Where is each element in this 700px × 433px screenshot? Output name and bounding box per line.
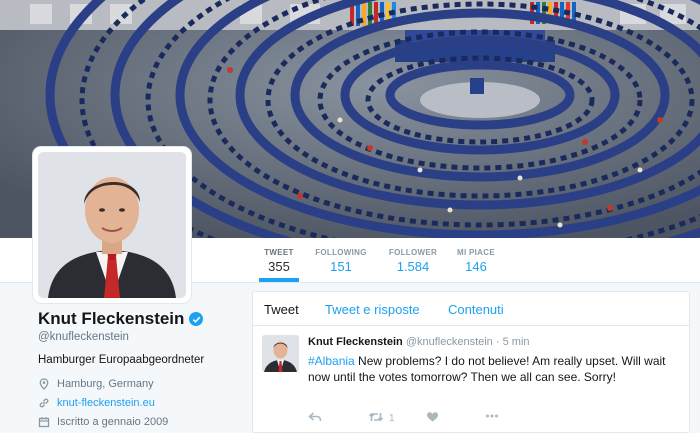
tab-tweet-e-risposte[interactable]: Tweet e risposte [325,302,420,317]
stat-followers[interactable]: FOLLOWER 1.584 [385,238,441,282]
tab-contenuti[interactable]: Contenuti [448,302,504,317]
tab-tweet[interactable]: Tweet [264,302,299,317]
retweet-count: 1 [389,413,395,424]
tweet-timestamp[interactable]: 5 min [503,336,530,348]
retweet-icon [368,411,384,426]
stat-likes[interactable]: MI PIACE 146 [453,238,499,282]
stat-followers-count: 1.584 [396,259,430,274]
tweet-separator: · [495,336,500,348]
profile-avatar[interactable] [33,147,191,303]
tweet-author-avatar[interactable] [262,335,299,372]
like-button[interactable] [426,411,439,426]
heart-icon [426,411,439,426]
avatar-image [38,152,186,298]
profile-website: knut-fleckenstein.eu [38,397,238,409]
profile-location-text: Hamburg, Germany [57,378,154,390]
stat-following-count: 151 [330,259,352,274]
stat-followers-label: FOLLOWER [388,248,438,257]
stat-tweets-label: TWEET [264,248,294,257]
timeline-card: Tweet Tweet e risposte Contenuti Knut Fl… [252,291,690,433]
profile-bio: Hamburger Europaabgeordneter [38,354,205,366]
tweet-text: #Albania New problems? I do not believe!… [308,353,678,385]
stat-tweets[interactable]: TWEET 355 [259,238,299,282]
stat-likes-label: MI PIACE [457,248,495,257]
reply-icon [308,411,322,426]
more-icon [485,411,499,422]
timeline-tabs: Tweet Tweet e risposte Contenuti [253,292,689,326]
profile-website-link[interactable]: knut-fleckenstein.eu [57,397,155,409]
location-pin-icon [38,378,50,390]
profile-name[interactable]: Knut Fleckenstein [38,309,184,329]
tweet-actions: 1 [308,411,688,427]
tweet-author-handle[interactable]: @knufleckenstein [406,336,493,348]
tweet-body: New problems? I do not believe! Am reall… [308,354,666,384]
link-icon [38,397,50,409]
profile-handle[interactable]: @knufleckenstein [38,331,238,343]
retweet-button[interactable]: 1 [368,411,395,426]
tweet-author-name[interactable]: Knut Fleckenstein [308,336,403,348]
profile-location: Hamburg, Germany [38,378,238,390]
profile-card: Knut Fleckenstein @knufleckenstein Hambu… [38,309,238,428]
tweet-item[interactable]: Knut Fleckenstein @knufleckenstein · 5 m… [253,326,689,426]
verified-badge-icon [189,312,204,326]
stat-likes-count: 146 [465,259,487,274]
tweet-header: Knut Fleckenstein @knufleckenstein · 5 m… [308,336,530,348]
stat-following[interactable]: FOLLOWING 151 [313,238,369,282]
stat-tweets-count: 355 [268,259,290,274]
tweet-hashtag[interactable]: #Albania [308,354,355,368]
profile-name-row: Knut Fleckenstein [38,309,238,329]
reply-button[interactable] [308,411,322,426]
more-button[interactable] [485,411,499,422]
stat-following-label: FOLLOWING [315,248,367,257]
